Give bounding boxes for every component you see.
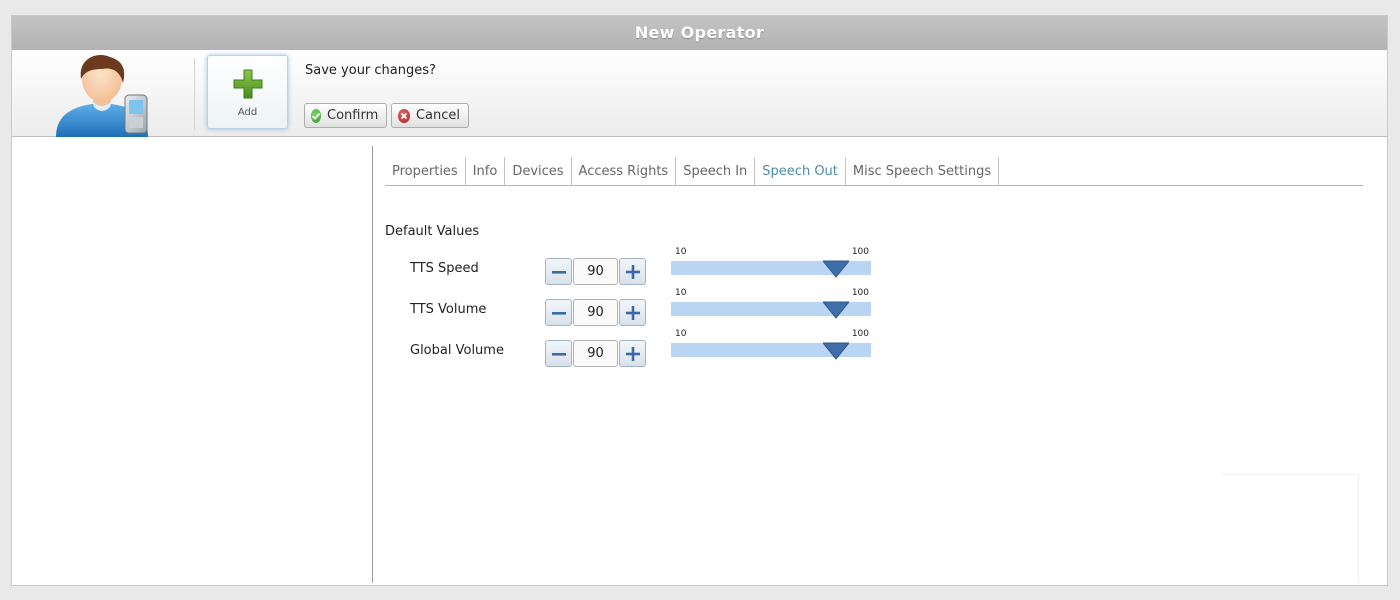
setting-row-tts-volume: TTS Volume 90 10 100 [385, 288, 885, 329]
increment-button[interactable] [619, 258, 646, 285]
increment-button[interactable] [619, 340, 646, 367]
decrement-button[interactable] [545, 340, 572, 367]
cancel-button-label: Cancel [415, 108, 460, 123]
tab-access-rights[interactable]: Access Rights [572, 157, 677, 185]
slider-min-label: 10 [675, 288, 687, 298]
section-title: Default Values [385, 224, 480, 239]
global-volume-value[interactable]: 90 [573, 340, 618, 367]
global-volume-slider[interactable]: 10 100 [671, 329, 871, 360]
save-prompt: Save your changes? [305, 63, 436, 78]
green-plus-icon [233, 69, 263, 99]
slider-max-label: 100 [851, 288, 869, 298]
tts-speed-value[interactable]: 90 [573, 258, 618, 285]
increment-button[interactable] [619, 299, 646, 326]
minus-icon [551, 270, 566, 274]
tts-speed-slider[interactable]: 10 100 [671, 247, 871, 278]
triangle-down-icon[interactable] [823, 301, 849, 319]
slider-min-label: 10 [675, 247, 687, 257]
add-button[interactable]: Add [207, 55, 288, 129]
toolbar: Add Save your changes? Confirm Cancel [12, 50, 1387, 137]
tab-info[interactable]: Info [466, 157, 506, 185]
decrement-button[interactable] [545, 258, 572, 285]
red-x-circle-icon [398, 108, 410, 123]
setting-label: TTS Speed [410, 261, 479, 276]
global-volume-stepper: 90 [545, 340, 646, 367]
cancel-button[interactable]: Cancel [391, 103, 469, 128]
slider-max-label: 100 [851, 329, 869, 339]
empty-panel [1222, 474, 1359, 582]
slider-max-label: 100 [851, 247, 869, 257]
decrement-button[interactable] [545, 299, 572, 326]
setting-label: TTS Volume [410, 302, 487, 317]
setting-row-tts-speed: TTS Speed 90 10 100 [385, 247, 885, 288]
plus-icon [625, 264, 640, 279]
confirm-button-label: Confirm [327, 108, 379, 123]
plus-icon [625, 346, 640, 361]
tab-properties[interactable]: Properties [385, 157, 466, 185]
tab-bar: Properties Info Devices Access Rights Sp… [385, 157, 1000, 185]
add-button-label: Add [237, 107, 258, 118]
plus-icon [625, 305, 640, 320]
tts-volume-slider[interactable]: 10 100 [671, 288, 871, 319]
setting-label: Global Volume [410, 343, 504, 358]
tts-volume-stepper: 90 [545, 299, 646, 326]
confirm-button[interactable]: Confirm [304, 103, 387, 128]
triangle-down-icon[interactable] [823, 260, 849, 278]
tab-devices[interactable]: Devices [505, 157, 572, 185]
window-title: New Operator [12, 16, 1387, 50]
tab-speech-out[interactable]: Speech Out [755, 157, 846, 185]
slider-min-label: 10 [675, 329, 687, 339]
minus-icon [551, 311, 566, 315]
tab-speech-in[interactable]: Speech In [676, 157, 756, 185]
user-phone-avatar-icon [56, 55, 148, 137]
setting-row-global-volume: Global Volume 90 10 100 [385, 329, 885, 370]
pane-divider [372, 146, 373, 583]
tab-misc-speech-settings[interactable]: Misc Speech Settings [846, 157, 1000, 185]
tts-speed-stepper: 90 [545, 258, 646, 285]
green-check-circle-icon [311, 108, 321, 123]
triangle-down-icon[interactable] [823, 342, 849, 360]
tab-underline [385, 185, 1363, 186]
operator-window: New Operator Add Save your changes? Conf… [11, 15, 1388, 586]
minus-icon [551, 352, 566, 356]
toolbar-divider [194, 58, 195, 130]
tts-volume-value[interactable]: 90 [573, 299, 618, 326]
